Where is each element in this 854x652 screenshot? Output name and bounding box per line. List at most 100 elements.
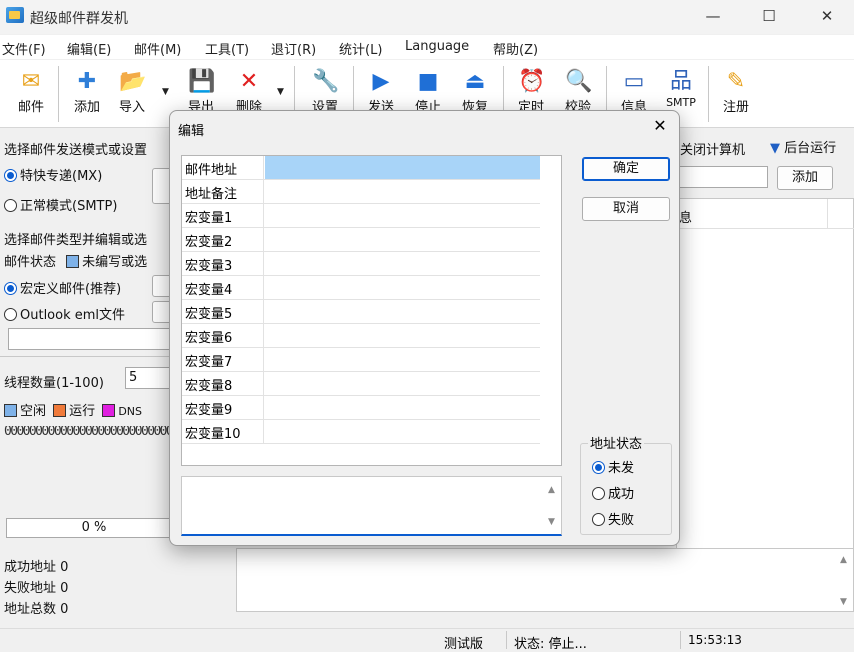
threads-input[interactable]: 5 bbox=[125, 367, 175, 389]
mail-status-label: 邮件状态 bbox=[4, 255, 57, 270]
menu-unsubscribe[interactable]: 退订(R) bbox=[271, 39, 316, 58]
mode-normal-radio[interactable]: 正常模式(SMTP) bbox=[4, 195, 117, 214]
dialog-close-icon[interactable]: ✕ bbox=[648, 116, 672, 138]
grid-row[interactable]: 宏变量10 bbox=[182, 420, 540, 444]
log-scrollbar[interactable]: ▲ ▼ bbox=[836, 549, 853, 611]
mode-express-radio[interactable]: 特快专递(MX) bbox=[4, 165, 102, 184]
scroll-down-icon[interactable]: ▼ bbox=[548, 517, 555, 527]
mode-heading: 选择邮件发送模式或设置 bbox=[4, 143, 148, 158]
field-grid: 邮件地址 地址备注 宏变量1 宏变量2 宏变量3 宏变量4 宏变量5 宏变量6 … bbox=[181, 155, 562, 466]
grid-key-cell: 宏变量10 bbox=[182, 420, 264, 444]
grid-row[interactable]: 宏变量1 bbox=[182, 204, 540, 228]
total-value: 0 bbox=[60, 602, 69, 617]
toolbar-import-button[interactable]: 📂 导入 bbox=[112, 64, 152, 124]
grid-row[interactable]: 宏变量2 bbox=[182, 228, 540, 252]
menu-file[interactable]: 文件(F) bbox=[2, 39, 46, 58]
type-eml-label: Outlook eml文件 bbox=[20, 308, 126, 323]
save-icon: 💾 bbox=[188, 69, 216, 94]
folder-import-icon: 📂 bbox=[119, 69, 147, 94]
field-label: 宏变量8 bbox=[185, 379, 233, 394]
menu-stats[interactable]: 统计(L) bbox=[339, 39, 382, 58]
address-input[interactable] bbox=[676, 166, 768, 188]
field-label: 宏变量1 bbox=[185, 211, 233, 226]
grid-row[interactable]: 宏变量3 bbox=[182, 252, 540, 276]
field-value-cell[interactable] bbox=[265, 180, 540, 203]
alarm-clock-icon: ⏰ bbox=[518, 69, 546, 94]
field-label: 宏变量9 bbox=[185, 403, 233, 418]
toolbar-register-button[interactable]: ✎ 注册 bbox=[713, 64, 759, 124]
maximize-button[interactable]: ☐ bbox=[746, 0, 792, 34]
background-run-toggle[interactable]: ▼ 后台运行 bbox=[770, 137, 836, 156]
status-success-label: 成功 bbox=[608, 487, 635, 502]
shutdown-checkbox[interactable]: 关闭计算机 bbox=[680, 139, 745, 158]
eml-path-input[interactable] bbox=[8, 328, 182, 350]
status-bar: 测试版 状态: 停止... 15:53:13 bbox=[0, 628, 854, 652]
grid-key-cell: 宏变量2 bbox=[182, 228, 264, 252]
menu-language[interactable]: Language bbox=[405, 39, 469, 54]
grid-row[interactable]: 邮件地址 bbox=[182, 156, 540, 180]
menu-edit[interactable]: 编辑(E) bbox=[67, 39, 111, 58]
menu-tools[interactable]: 工具(T) bbox=[205, 39, 249, 58]
field-value-cell[interactable] bbox=[265, 396, 540, 419]
thread-grid: 0000000000000000000000000000000000000000… bbox=[4, 426, 174, 439]
minimize-button[interactable]: — bbox=[690, 0, 736, 34]
grid-key-cell: 宏变量1 bbox=[182, 204, 264, 228]
grid-row[interactable]: 宏变量6 bbox=[182, 324, 540, 348]
scroll-up-icon[interactable]: ▲ bbox=[840, 555, 847, 565]
status-swatch bbox=[66, 255, 80, 268]
mail-status-row: 邮件状态 未编写或选 bbox=[4, 251, 147, 270]
grid-row[interactable]: 地址备注 bbox=[182, 180, 540, 204]
close-button[interactable]: ✕ bbox=[804, 0, 850, 34]
grid-row[interactable]: 宏变量7 bbox=[182, 348, 540, 372]
menu-mail[interactable]: 邮件(M) bbox=[134, 39, 181, 58]
success-value: 0 bbox=[60, 560, 69, 575]
status-success-radio[interactable]: 成功 bbox=[592, 483, 634, 502]
field-value-cell[interactable] bbox=[265, 348, 540, 371]
log-area[interactable]: ▲ ▼ bbox=[236, 548, 854, 612]
add-button[interactable]: 添加 bbox=[777, 166, 833, 190]
radio-selected-icon bbox=[4, 282, 17, 295]
background-run-label: 后台运行 bbox=[784, 141, 837, 156]
status-unsent-radio[interactable]: 未发 bbox=[592, 457, 634, 476]
legend-idle: 空闲 bbox=[20, 404, 47, 419]
legend-running: 运行 bbox=[69, 404, 96, 419]
grid-row[interactable]: 宏变量4 bbox=[182, 276, 540, 300]
ok-button[interactable]: 确定 bbox=[582, 157, 670, 181]
field-value-cell[interactable] bbox=[265, 324, 540, 347]
field-value-cell[interactable] bbox=[265, 372, 540, 395]
title-bar: 超级邮件群发机 — ☐ ✕ bbox=[0, 0, 854, 34]
cancel-button[interactable]: 取消 bbox=[582, 197, 670, 221]
grid-row[interactable]: 宏变量9 bbox=[182, 396, 540, 420]
status-fail-radio[interactable]: 失败 bbox=[592, 509, 634, 528]
email-address-cell[interactable] bbox=[265, 156, 540, 179]
field-value-cell[interactable] bbox=[265, 276, 540, 299]
fail-label: 失败地址 bbox=[4, 581, 57, 596]
toolbar-mail-button[interactable]: ✉ 邮件 bbox=[8, 64, 54, 124]
field-value-cell[interactable] bbox=[265, 228, 540, 251]
toolbar-add-button[interactable]: ✚ 添加 bbox=[64, 64, 110, 124]
field-value-cell[interactable] bbox=[265, 252, 540, 275]
idle-swatch bbox=[4, 404, 17, 417]
scroll-down-icon[interactable]: ▼ bbox=[840, 597, 847, 607]
grid-key-cell: 宏变量8 bbox=[182, 372, 264, 396]
field-value-cell[interactable] bbox=[265, 204, 540, 227]
scroll-up-icon[interactable]: ▲ bbox=[548, 485, 555, 495]
field-value-cell[interactable] bbox=[265, 300, 540, 323]
radio-icon bbox=[592, 487, 605, 500]
total-label: 地址总数 bbox=[4, 602, 57, 617]
note-textarea[interactable]: ▲ ▼ bbox=[181, 476, 562, 536]
field-value-cell[interactable] bbox=[265, 420, 540, 443]
grid-row[interactable]: 宏变量5 bbox=[182, 300, 540, 324]
grid-row[interactable]: 宏变量8 bbox=[182, 372, 540, 396]
note-scrollbar[interactable]: ▲ ▼ bbox=[544, 477, 561, 534]
menu-help[interactable]: 帮助(Z) bbox=[493, 39, 538, 58]
chevron-down-icon[interactable]: ▼ bbox=[162, 87, 169, 97]
field-label: 宏变量5 bbox=[185, 307, 233, 322]
type-macro-radio[interactable]: 宏定义邮件(推荐) bbox=[4, 278, 121, 297]
chevron-down-icon[interactable]: ▼ bbox=[277, 87, 284, 97]
toolbar-label: 添加 bbox=[73, 100, 100, 115]
radio-selected-icon bbox=[592, 461, 605, 474]
field-label: 宏变量2 bbox=[185, 235, 233, 250]
toolbar-label: 注册 bbox=[722, 100, 749, 115]
type-eml-radio[interactable]: Outlook eml文件 bbox=[4, 304, 125, 323]
